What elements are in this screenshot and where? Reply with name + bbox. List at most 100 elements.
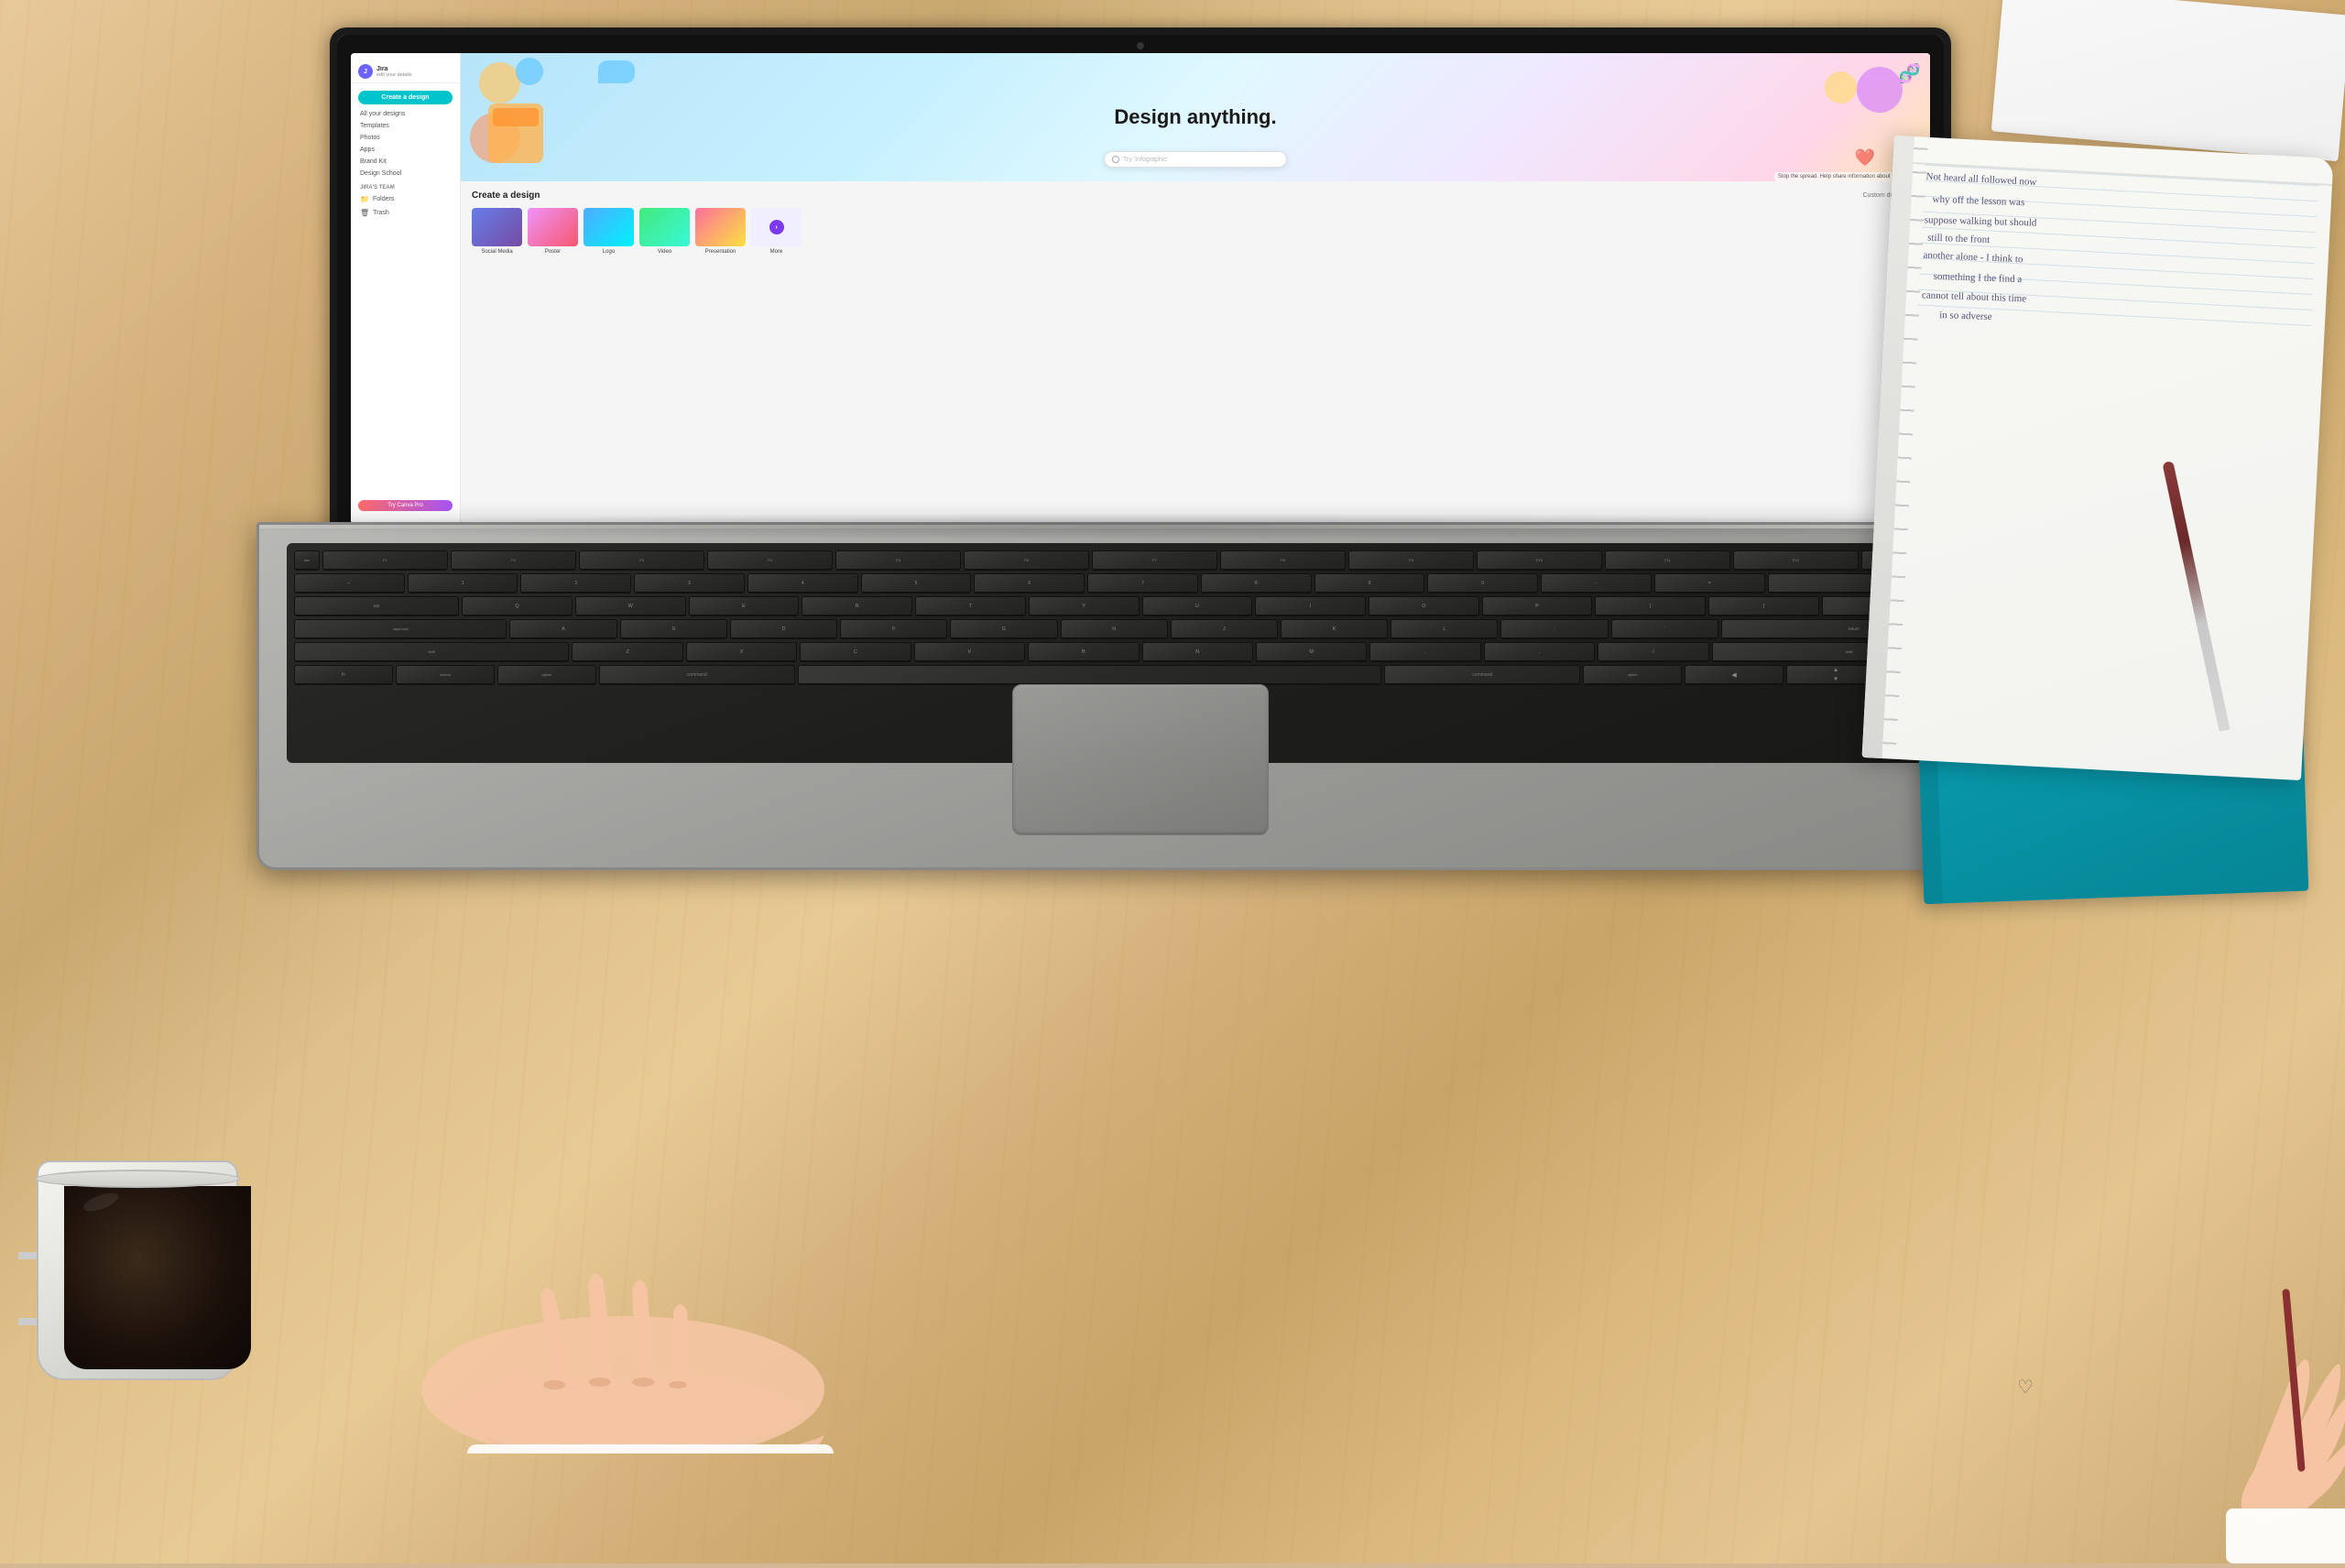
key-2[interactable]: 2	[520, 573, 631, 593]
search-bar[interactable]: Try 'Infographic'	[1104, 151, 1287, 168]
key-x[interactable]: X	[686, 642, 797, 662]
sidebar-item-design-school[interactable]: Design School	[351, 168, 460, 180]
user-info: Jira edit your details	[376, 66, 453, 78]
design-type-video[interactable]: Video	[639, 208, 690, 255]
key-3[interactable]: 3	[634, 573, 745, 593]
key-command-right[interactable]: command	[1384, 665, 1580, 685]
key-y[interactable]: Y	[1029, 596, 1140, 616]
design-type-poster[interactable]: Poster	[528, 208, 578, 255]
key-backtick[interactable]: ~`	[294, 573, 405, 593]
sidebar-item-brand-kit[interactable]: Brand Kit	[351, 156, 460, 168]
design-type-more[interactable]: › More	[751, 208, 802, 255]
key-p[interactable]: P	[1482, 596, 1593, 616]
search-icon	[1112, 156, 1119, 163]
key-t[interactable]: T	[915, 596, 1026, 616]
key-f8[interactable]: F8	[1220, 550, 1346, 571]
key-capslock[interactable]: caps lock	[294, 619, 507, 639]
key-f3[interactable]: F3	[579, 550, 704, 571]
trackpad[interactable]	[1012, 684, 1269, 835]
key-f10[interactable]: F10	[1477, 550, 1602, 571]
key-shift-left[interactable]: shift	[294, 642, 570, 662]
illustration-sofa	[488, 103, 543, 163]
key-spacebar[interactable]	[798, 665, 1382, 685]
sidebar-item-templates[interactable]: Templates	[351, 120, 460, 132]
user-email: edit your details	[376, 72, 453, 78]
key-j[interactable]: J	[1171, 619, 1278, 639]
command-key-right-label: command	[1472, 672, 1492, 678]
key-d[interactable]: D	[730, 619, 837, 639]
key-w[interactable]: W	[575, 596, 686, 616]
key-u[interactable]: U	[1142, 596, 1253, 616]
key-m[interactable]: M	[1256, 642, 1367, 662]
key-4[interactable]: 4	[747, 573, 858, 593]
user-name: Jira	[376, 66, 453, 72]
key-h[interactable]: H	[1061, 619, 1168, 639]
key-a[interactable]: A	[509, 619, 616, 639]
logo-preview	[584, 208, 634, 246]
notebook-handwriting: Not heard all followed now why off the l…	[1921, 172, 2312, 335]
key-f4[interactable]: F4	[707, 550, 833, 571]
key-n[interactable]: N	[1142, 642, 1253, 662]
sidebar-item-all-designs[interactable]: All your designs	[351, 108, 460, 120]
key-f1[interactable]: F1	[322, 550, 448, 571]
white-notebook: Not heard all followed now why off the l…	[1862, 136, 2334, 780]
key-7[interactable]: 7	[1087, 573, 1198, 593]
key-i[interactable]: I	[1255, 596, 1366, 616]
key-0[interactable]: 0	[1427, 573, 1538, 593]
key-period[interactable]: .	[1484, 642, 1595, 662]
key-option-right[interactable]: option	[1583, 665, 1682, 685]
key-b[interactable]: B	[1028, 642, 1139, 662]
key-f7[interactable]: F7	[1092, 550, 1217, 571]
key-1[interactable]: 1	[408, 573, 518, 593]
key-comma[interactable]: ,	[1369, 642, 1480, 662]
key-v[interactable]: V	[914, 642, 1025, 662]
key-fn[interactable]: fn	[294, 665, 393, 685]
sidebar-item-folders[interactable]: 📁 Folders	[351, 192, 460, 206]
key-esc[interactable]: esc	[294, 550, 320, 571]
key-k[interactable]: K	[1281, 619, 1388, 639]
key-control[interactable]: control	[396, 665, 495, 685]
design-type-social-media[interactable]: Social Media	[472, 208, 522, 255]
sidebar-user[interactable]: J Jira edit your details	[351, 60, 460, 83]
key-f5[interactable]: F5	[835, 550, 961, 571]
key-z[interactable]: Z	[572, 642, 682, 662]
key-9[interactable]: 9	[1314, 573, 1425, 593]
key-q[interactable]: Q	[462, 596, 573, 616]
video-thumb	[639, 208, 690, 246]
hand-svg	[348, 1041, 898, 1454]
key-c[interactable]: C	[800, 642, 911, 662]
key-o[interactable]: O	[1369, 596, 1479, 616]
key-l[interactable]: L	[1391, 619, 1498, 639]
key-f9[interactable]: F9	[1348, 550, 1474, 571]
try-pro-button[interactable]: Try Canva Pro	[358, 500, 453, 511]
key-s[interactable]: S	[620, 619, 727, 639]
key-f2[interactable]: F2	[451, 550, 576, 571]
key-semicolon[interactable]: ;	[1500, 619, 1608, 639]
key-f6[interactable]: F6	[964, 550, 1089, 571]
key-g[interactable]: G	[950, 619, 1057, 639]
key-5[interactable]: 5	[861, 573, 972, 593]
social-media-preview	[472, 208, 522, 246]
key-8[interactable]: 8	[1201, 573, 1312, 593]
sidebar-item-trash[interactable]: 🗑 Trash	[351, 206, 460, 220]
create-section-title: Create a design	[472, 191, 540, 201]
coffee-cup	[18, 1105, 275, 1380]
key-r[interactable]: R	[802, 596, 912, 616]
logo-thumb	[584, 208, 634, 246]
sidebar-item-apps[interactable]: Apps	[351, 144, 460, 156]
hero-blob-2	[516, 58, 543, 85]
key-option-left[interactable]: option	[497, 665, 596, 685]
key-minus[interactable]: -	[1541, 573, 1652, 593]
social-media-thumb	[472, 208, 522, 246]
create-design-button[interactable]: Create a design	[358, 91, 453, 104]
heart-tattoo: ♡	[2017, 1376, 2034, 1399]
key-6[interactable]: 6	[974, 573, 1085, 593]
key-tab[interactable]: tab	[294, 596, 459, 616]
key-e[interactable]: E	[689, 596, 800, 616]
video-preview	[639, 208, 690, 246]
design-type-presentation[interactable]: Presentation	[695, 208, 746, 255]
design-type-logo[interactable]: Logo	[584, 208, 634, 255]
sidebar-item-photos[interactable]: Photos	[351, 132, 460, 144]
key-f[interactable]: F	[840, 619, 947, 639]
key-command-left[interactable]: command	[599, 665, 795, 685]
